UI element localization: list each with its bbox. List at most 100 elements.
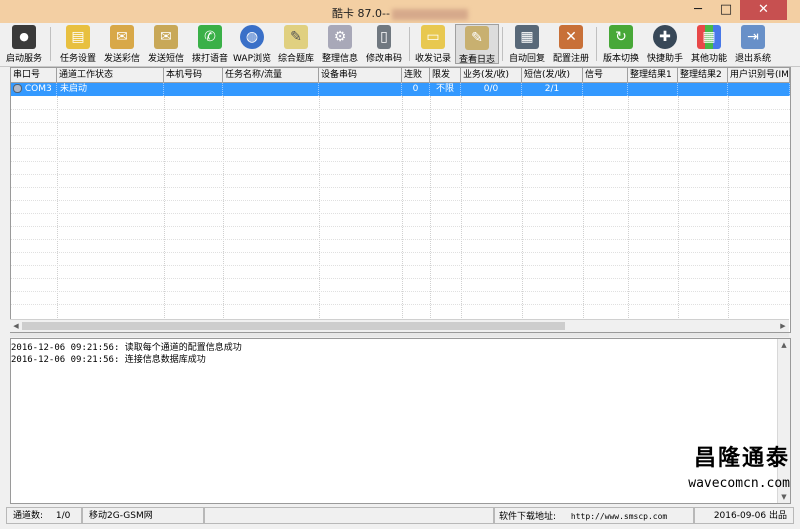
column-header-phone[interactable]: 本机号码 [164, 68, 223, 82]
status-channels-label: 通道数: [13, 511, 44, 521]
grid-line [11, 161, 790, 163]
start-service-button[interactable]: ● 启动服务 [2, 24, 46, 64]
button-label: 自动回复 [508, 54, 545, 64]
port-status-icon [13, 84, 22, 93]
column-header-port[interactable]: 串口号 [11, 68, 57, 82]
grid-line [11, 200, 790, 202]
close-button[interactable]: ✕ [740, 0, 787, 20]
column-header-result2[interactable]: 整理结果2 [678, 68, 728, 82]
column-header-status[interactable]: 通道工作状态 [57, 68, 164, 82]
notebook-icon: ✎ [284, 25, 308, 49]
blurred-id [391, 8, 468, 20]
grid-line [11, 291, 790, 293]
grid-line [678, 96, 680, 318]
scrollbar-thumb[interactable] [22, 322, 565, 330]
cell-sms: 2/1 [522, 83, 583, 96]
grid-line [11, 148, 790, 150]
column-header-sms[interactable]: 短信(发/收) [522, 68, 583, 82]
status-bar: 通道数: 1/0 移动2G-GSM网 软件下载地址: http://www.sm… [0, 505, 800, 529]
organize-info-button[interactable]: ⚙ 整理信息 [318, 24, 362, 64]
cell-port-text: COM3 [24, 84, 52, 94]
cell-result2 [678, 83, 728, 96]
task-settings-button[interactable]: ▤ 任务设置 [56, 24, 100, 64]
grid-line [11, 122, 790, 124]
log-panel[interactable]: 2016-12-06 09:21:56: 读取每个通道的配置信息成功 2016-… [10, 338, 791, 504]
version-switch-button[interactable]: ↻ 版本切换 [599, 24, 643, 64]
grid-line [402, 96, 404, 318]
send-sms-button[interactable]: ✉ 发送短信 [144, 24, 188, 64]
column-header-limit[interactable]: 限发 [430, 68, 461, 82]
scroll-left-arrow-icon[interactable]: ◀ [10, 320, 22, 332]
globe-icon: ◍ [240, 25, 264, 49]
button-label: 综合题库 [277, 54, 314, 64]
toolbar-separator [596, 27, 597, 61]
grid-line [319, 96, 321, 318]
send-mms-button[interactable]: ✉ 发送彩信 [100, 24, 144, 64]
scroll-right-arrow-icon[interactable]: ▶ [777, 320, 789, 332]
title-bar[interactable]: 酷卡 87.0-- ─ □ ✕ [0, 0, 800, 23]
cell-limit: 不限 [430, 83, 461, 96]
auto-reply-button[interactable]: ▦ 自动回复 [505, 24, 549, 64]
modify-imei-button[interactable]: ▯ 修改串码 [362, 24, 406, 64]
status-network: 移动2G-GSM网 [82, 507, 204, 524]
watermark-title: 昌隆通泰 [693, 446, 790, 471]
button-label: 其他功能 [690, 54, 727, 64]
column-header-task[interactable]: 任务名称/流量 [223, 68, 319, 82]
window-title: 酷卡 87.0-- [0, 5, 800, 21]
status-download-label: 软件下载地址: [499, 512, 557, 522]
scroll-up-arrow-icon[interactable]: ▲ [778, 339, 790, 351]
column-header-imsi[interactable]: 用户识别号(IM [728, 68, 790, 82]
view-log-button[interactable]: ✎ 查看日志 [455, 24, 499, 65]
question-bank-button[interactable]: ✎ 综合题库 [274, 24, 318, 64]
wap-browse-button[interactable]: ◍ WAP浏览 [230, 24, 274, 64]
button-label: 启动服务 [5, 54, 42, 64]
grid-line [223, 96, 225, 318]
column-header-imei[interactable]: 设备串码 [319, 68, 402, 82]
status-channels-value: 1/0 [55, 511, 71, 521]
button-label: 收发记录 [414, 54, 451, 64]
minimize-button[interactable]: ─ [684, 0, 712, 20]
traffic-light-icon: ● [12, 25, 36, 49]
shortcut-assistant-button[interactable]: ✚ 快捷助手 [643, 24, 687, 64]
button-label: 版本切换 [602, 54, 639, 64]
grid-line [11, 278, 790, 280]
panel-splitter[interactable] [10, 333, 789, 337]
cell-phone [164, 83, 223, 96]
column-header-signal[interactable]: 信号 [583, 68, 628, 82]
grid-horizontal-scrollbar[interactable]: ◀ ▶ [10, 319, 789, 332]
grid-line [11, 239, 790, 241]
voice-call-button[interactable]: ✆ 拨打语音 [188, 24, 232, 64]
exit-system-button[interactable]: ⇥ 退出系统 [731, 24, 775, 64]
other-functions-button[interactable]: ▦ 其他功能 [687, 24, 731, 64]
toolbar: ● 启动服务 ▤ 任务设置 ✉ 发送彩信 ✉ 发送短信 ✆ 拨打语音 ◍ WAP… [0, 23, 800, 67]
grid-line [11, 174, 790, 176]
column-header-fail[interactable]: 连败 [402, 68, 430, 82]
button-label: 查看日志 [458, 55, 495, 65]
phone-icon: ✆ [198, 25, 222, 49]
scroll-down-arrow-icon[interactable]: ▼ [778, 491, 790, 503]
grid-line [728, 96, 730, 318]
status-date: 2016-09-06 出品 [694, 507, 794, 524]
toolbar-separator [409, 27, 410, 61]
record-icon: ▭ [421, 25, 445, 49]
cell-signal [583, 83, 628, 96]
config-register-button[interactable]: ✕ 配置注册 [549, 24, 593, 64]
table-row[interactable]: COM3 未启动 0 不限 0/0 2/1 [11, 83, 790, 96]
status-download-url[interactable]: http://www.smscp.com [571, 512, 667, 521]
log-line: 2016-12-06 09:21:56: 连接信息数据库成功 [11, 355, 206, 365]
send-receive-records-button[interactable]: ▭ 收发记录 [412, 24, 454, 64]
button-label: 任务设置 [59, 54, 96, 64]
column-header-business[interactable]: 业务(发/收) [461, 68, 522, 82]
cell-port: COM3 [11, 83, 57, 96]
grid-line [11, 135, 790, 137]
exit-icon: ⇥ [741, 25, 765, 49]
channel-grid[interactable]: 串口号 通道工作状态 本机号码 任务名称/流量 设备串码 连败 限发 业务(发/… [10, 67, 791, 333]
cellphone-icon: ▯ [377, 25, 391, 49]
status-download: 软件下载地址: http://www.smscp.com [494, 507, 694, 524]
maximize-button[interactable]: □ [712, 0, 740, 20]
grid-line [11, 304, 790, 306]
grid-line [164, 96, 166, 318]
grid-line [11, 252, 790, 254]
column-header-result1[interactable]: 整理结果1 [628, 68, 678, 82]
shortcut-icon: ✚ [653, 25, 677, 49]
